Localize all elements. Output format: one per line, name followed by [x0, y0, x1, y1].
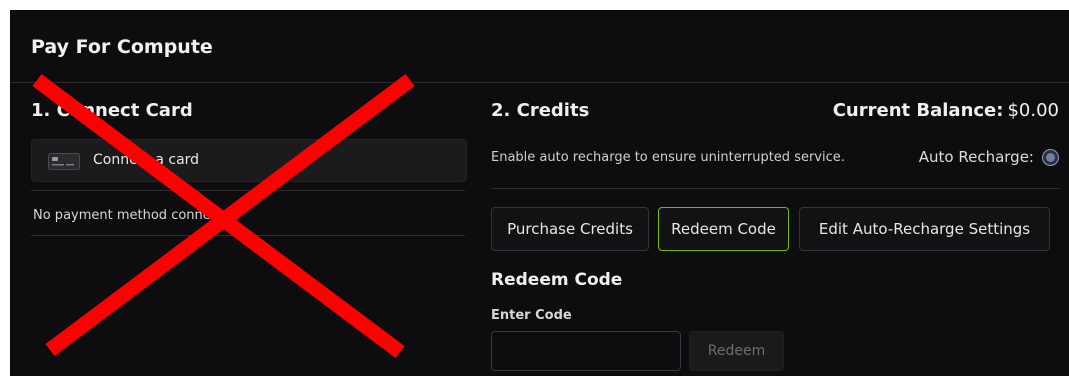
balance-label: Current Balance:	[832, 100, 1004, 121]
redeem-code-button[interactable]: Redeem Code	[658, 207, 789, 251]
credit-card-icon	[48, 153, 80, 170]
divider	[31, 190, 465, 191]
redeem-code-heading: Redeem Code	[491, 270, 623, 290]
enter-code-label: Enter Code	[491, 308, 572, 323]
edit-auto-recharge-button[interactable]: Edit Auto-Recharge Settings	[799, 207, 1050, 251]
purchase-credits-button[interactable]: Purchase Credits	[491, 207, 649, 251]
auto-recharge-label: Auto Recharge:	[918, 148, 1034, 166]
credits-title: 2. Credits	[491, 100, 590, 121]
current-balance: Current Balance: $0.00	[833, 100, 1059, 121]
panel-header: Pay For Compute	[10, 10, 1069, 83]
page-title: Pay For Compute	[31, 36, 213, 58]
divider	[31, 235, 465, 236]
redeem-button[interactable]: Redeem	[689, 331, 784, 371]
payment-status-text: No payment method connected	[33, 208, 240, 223]
connect-card-title: 1. Connect Card	[31, 100, 193, 121]
redeem-code-input[interactable]	[491, 331, 681, 371]
auto-recharge-control: Auto Recharge:	[919, 148, 1059, 166]
connect-card-button[interactable]: Connect a card	[31, 139, 467, 182]
auto-recharge-description: Enable auto recharge to ensure uninterru…	[491, 150, 845, 165]
auto-recharge-radio[interactable]	[1042, 148, 1059, 166]
connect-card-label: Connect a card	[93, 152, 200, 168]
pay-for-compute-panel: Pay For Compute 1. Connect Card Connect …	[10, 10, 1069, 376]
divider	[491, 188, 1059, 189]
balance-value: $0.00	[1007, 100, 1059, 121]
